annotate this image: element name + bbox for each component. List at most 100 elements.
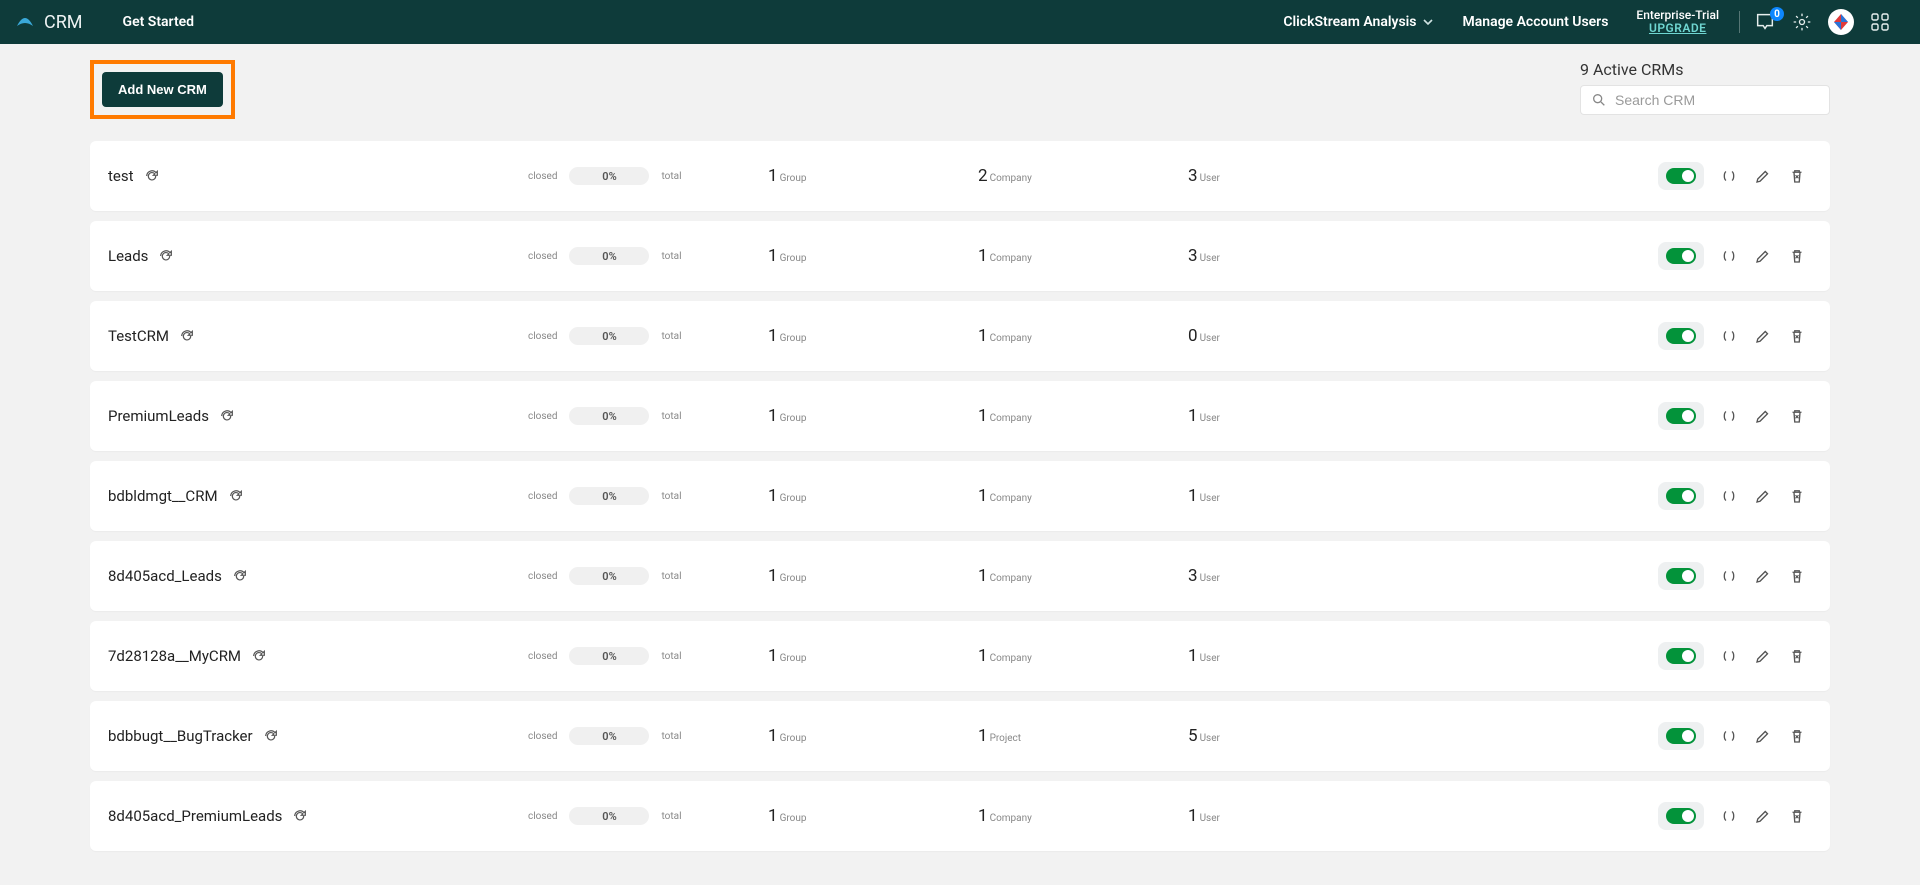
user-label: User — [1200, 173, 1220, 184]
crm-row[interactable]: Leads closed 0% total 1 Group 1 Company … — [90, 221, 1830, 291]
settings-icon[interactable] — [1784, 12, 1820, 32]
toggle-wrap — [1658, 802, 1704, 830]
search-crm[interactable] — [1580, 85, 1830, 115]
enable-toggle[interactable] — [1666, 328, 1696, 344]
upgrade-link[interactable]: UPGRADE — [1649, 22, 1706, 35]
inbox-icon[interactable]: 0 — [1746, 11, 1784, 33]
delete-icon[interactable] — [1788, 407, 1806, 425]
enable-toggle[interactable] — [1666, 488, 1696, 504]
right-controls: 9 Active CRMs — [1580, 60, 1830, 115]
apps-icon[interactable] — [1862, 12, 1898, 32]
edit-icon[interactable] — [1754, 807, 1772, 825]
refresh-icon[interactable] — [219, 408, 235, 424]
group-label: Group — [780, 493, 807, 504]
edit-icon[interactable] — [1754, 327, 1772, 345]
clickstream-label: ClickStream Analysis — [1283, 14, 1416, 30]
crm-row[interactable]: PremiumLeads closed 0% total 1 Group 1 C… — [90, 381, 1830, 451]
enable-toggle[interactable] — [1666, 568, 1696, 584]
embed-icon[interactable] — [1720, 487, 1738, 505]
crm-row[interactable]: 8d405acd_PremiumLeads closed 0% total 1 … — [90, 781, 1830, 851]
refresh-icon[interactable] — [144, 168, 160, 184]
edit-icon[interactable] — [1754, 167, 1772, 185]
clickstream-menu[interactable]: ClickStream Analysis — [1269, 14, 1448, 30]
crm-row[interactable]: bdbldmgt__CRM closed 0% total 1 Group 1 … — [90, 461, 1830, 531]
search-icon — [1591, 92, 1607, 108]
closed-label: closed — [528, 731, 557, 742]
enable-toggle[interactable] — [1666, 248, 1696, 264]
delete-icon[interactable] — [1788, 327, 1806, 345]
actions-cell — [1398, 722, 1806, 750]
embed-icon[interactable] — [1720, 247, 1738, 265]
embed-icon[interactable] — [1720, 647, 1738, 665]
crm-row[interactable]: 7d28128a__MyCRM closed 0% total 1 Group … — [90, 621, 1830, 691]
enable-toggle[interactable] — [1666, 168, 1696, 184]
enable-toggle[interactable] — [1666, 408, 1696, 424]
avatar[interactable] — [1820, 9, 1862, 35]
add-new-crm-button[interactable]: Add New CRM — [102, 72, 223, 107]
user-label: User — [1200, 813, 1220, 824]
delete-icon[interactable] — [1788, 487, 1806, 505]
enable-toggle[interactable] — [1666, 808, 1696, 824]
user-stat: 1 User — [1188, 486, 1398, 506]
edit-icon[interactable] — [1754, 647, 1772, 665]
user-label: User — [1200, 733, 1220, 744]
divider — [1739, 11, 1740, 33]
company-stat: 1 Company — [978, 486, 1188, 506]
brand-logo-icon — [14, 14, 36, 30]
user-stat: 3 User — [1188, 246, 1398, 266]
crm-row[interactable]: 8d405acd_Leads closed 0% total 1 Group 1… — [90, 541, 1830, 611]
delete-icon[interactable] — [1788, 727, 1806, 745]
refresh-icon[interactable] — [228, 488, 244, 504]
delete-icon[interactable] — [1788, 167, 1806, 185]
crm-row[interactable]: test closed 0% total 1 Group 2 Company 3… — [90, 141, 1830, 211]
edit-icon[interactable] — [1754, 567, 1772, 585]
brand-text: CRM — [44, 12, 83, 33]
embed-icon[interactable] — [1720, 167, 1738, 185]
refresh-icon[interactable] — [263, 728, 279, 744]
progress-pill: 0% — [569, 727, 649, 745]
refresh-icon[interactable] — [179, 328, 195, 344]
user-label: User — [1200, 573, 1220, 584]
embed-icon[interactable] — [1720, 807, 1738, 825]
edit-icon[interactable] — [1754, 407, 1772, 425]
crm-name-cell: 7d28128a__MyCRM — [108, 647, 528, 665]
company-stat: 1 Company — [978, 326, 1188, 346]
edit-icon[interactable] — [1754, 247, 1772, 265]
delete-icon[interactable] — [1788, 647, 1806, 665]
embed-icon[interactable] — [1720, 567, 1738, 585]
closed-label: closed — [528, 651, 557, 662]
refresh-icon[interactable] — [158, 248, 174, 264]
toggle-wrap — [1658, 642, 1704, 670]
group-stat: 1 Group — [768, 486, 978, 506]
delete-icon[interactable] — [1788, 807, 1806, 825]
delete-icon[interactable] — [1788, 247, 1806, 265]
refresh-icon[interactable] — [292, 808, 308, 824]
avatar-circle — [1828, 9, 1854, 35]
group-label: Group — [780, 253, 807, 264]
get-started-link[interactable]: Get Started — [123, 14, 195, 30]
edit-icon[interactable] — [1754, 487, 1772, 505]
group-label: Group — [780, 173, 807, 184]
delete-icon[interactable] — [1788, 567, 1806, 585]
crm-row[interactable]: bdbbugt__BugTracker closed 0% total 1 Gr… — [90, 701, 1830, 771]
crm-row[interactable]: TestCRM closed 0% total 1 Group 1 Compan… — [90, 301, 1830, 371]
plan-upgrade: Enterprise-Trial UPGRADE — [1622, 9, 1733, 35]
enable-toggle[interactable] — [1666, 648, 1696, 664]
total-label: total — [661, 491, 681, 502]
company-stat: 1 Company — [978, 406, 1188, 426]
crm-name: test — [108, 167, 134, 185]
embed-icon[interactable] — [1720, 727, 1738, 745]
progress-pill: 0% — [569, 567, 649, 585]
manage-users-link[interactable]: Manage Account Users — [1448, 14, 1622, 30]
embed-icon[interactable] — [1720, 407, 1738, 425]
refresh-icon[interactable] — [232, 568, 248, 584]
group-label: Group — [780, 813, 807, 824]
edit-icon[interactable] — [1754, 727, 1772, 745]
embed-icon[interactable] — [1720, 327, 1738, 345]
crm-name-cell: bdbbugt__BugTracker — [108, 727, 528, 745]
refresh-icon[interactable] — [251, 648, 267, 664]
search-input[interactable] — [1615, 92, 1819, 108]
enable-toggle[interactable] — [1666, 728, 1696, 744]
brand[interactable]: CRM — [14, 12, 103, 33]
actions-cell — [1398, 562, 1806, 590]
